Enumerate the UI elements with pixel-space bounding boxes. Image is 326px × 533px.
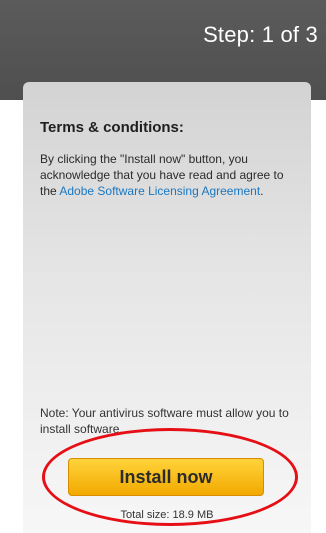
step-indicator: Step: 1 of 3: [203, 22, 318, 47]
licensing-agreement-link[interactable]: Adobe Software Licensing Agreement: [59, 184, 260, 198]
terms-title: Terms & conditions:: [40, 119, 184, 136]
installer-panel: Step: 1 of 3 Terms & conditions: By clic…: [0, 0, 326, 533]
terms-body-after-link: .: [260, 184, 264, 198]
terms-text: By clicking the "Install now" button, yo…: [40, 151, 302, 199]
terms-card: Terms & conditions: By clicking the "Ins…: [23, 82, 311, 533]
antivirus-note: Note: Your antivirus software must allow…: [40, 406, 289, 436]
install-now-button[interactable]: Install now: [68, 458, 264, 496]
total-size-text: Total size: 18.9 MB: [120, 509, 214, 521]
